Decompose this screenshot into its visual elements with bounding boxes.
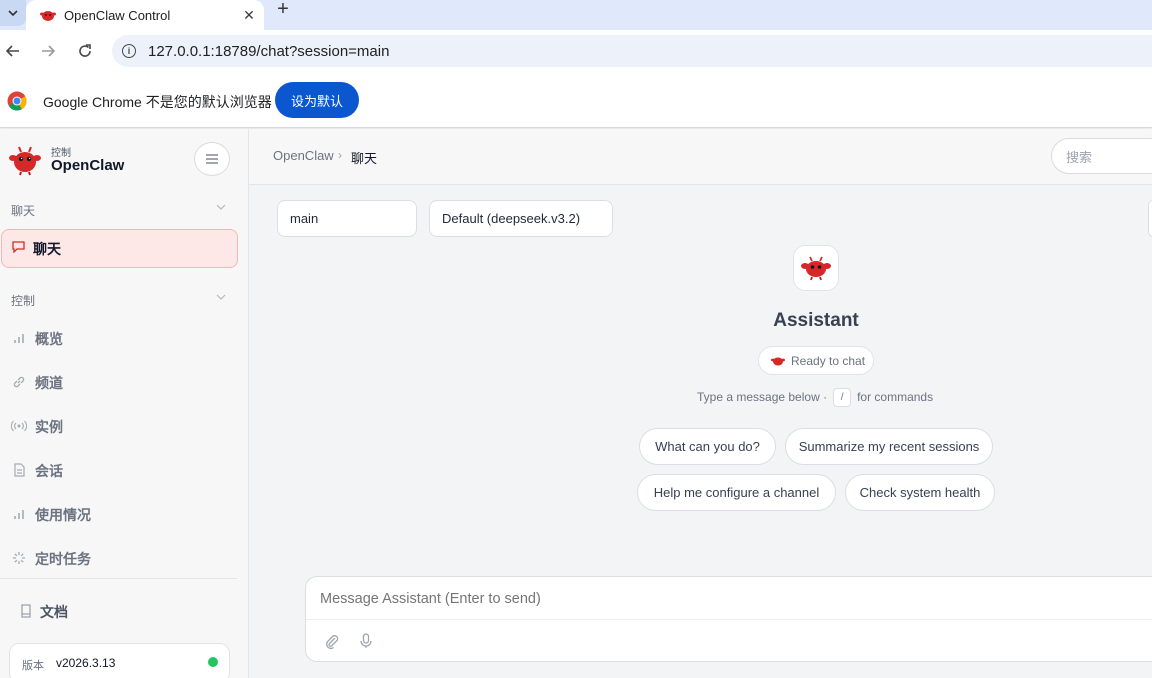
bar-chart-icon bbox=[11, 508, 27, 523]
tab-close-icon[interactable]: ✕ bbox=[234, 7, 264, 24]
command-hint: Type a message below · / for commands bbox=[697, 387, 933, 407]
sidebar-item-label: 聊天 bbox=[33, 240, 61, 257]
openclaw-mascot-icon bbox=[771, 357, 785, 365]
sidebar-item-label: 文档 bbox=[40, 604, 68, 620]
suggestion-chip[interactable]: Help me configure a channel bbox=[637, 474, 836, 511]
document-icon bbox=[11, 462, 27, 480]
browser-tab[interactable]: OpenClaw Control ✕ bbox=[26, 0, 264, 30]
sidebar-item-label: 概览 bbox=[35, 331, 63, 347]
broadcast-icon bbox=[10, 420, 28, 435]
chevron-down-icon[interactable] bbox=[216, 293, 226, 304]
forward-arrow-icon[interactable] bbox=[35, 38, 61, 64]
brand-name: OpenClaw bbox=[51, 157, 125, 174]
tab-title: OpenClaw Control bbox=[64, 7, 171, 23]
content-topbar bbox=[249, 129, 1152, 185]
openclaw-favicon-icon bbox=[40, 11, 56, 21]
breadcrumb-root[interactable]: OpenClaw bbox=[273, 148, 334, 163]
sidebar-item-label: 定时任务 bbox=[35, 551, 91, 567]
sidebar-divider bbox=[0, 578, 237, 579]
sidebar-item-instances[interactable]: 实例 bbox=[10, 416, 63, 438]
chevron-down-icon[interactable] bbox=[216, 203, 226, 214]
hint-suffix: for commands bbox=[857, 390, 934, 404]
microphone-icon[interactable] bbox=[356, 631, 376, 651]
status-dot bbox=[208, 657, 218, 667]
chrome-logo-icon bbox=[7, 91, 27, 111]
link-icon bbox=[11, 375, 27, 392]
spinner-icon bbox=[11, 551, 27, 568]
breadcrumb-current: 聊天 bbox=[351, 151, 378, 166]
openclaw-mascot-icon bbox=[801, 256, 831, 281]
version-card: 版本 v2026.3.13 bbox=[9, 643, 230, 678]
sidebar-item-docs[interactable]: 文档 bbox=[20, 602, 68, 622]
breadcrumb-separator: › bbox=[338, 148, 342, 162]
section-control-header[interactable]: 控制 bbox=[11, 292, 35, 309]
sidebar-item-label: 实例 bbox=[35, 419, 63, 435]
openclaw-logo-icon bbox=[9, 146, 41, 176]
suggestion-chip[interactable]: What can you do? bbox=[639, 428, 776, 465]
sidebar-item-overview[interactable]: 概览 bbox=[11, 328, 63, 350]
status-badge: Ready to chat bbox=[758, 346, 874, 375]
book-icon bbox=[20, 603, 32, 621]
section-chat-header[interactable]: 聊天 bbox=[11, 202, 35, 219]
set-default-button[interactable]: 设为默认 bbox=[275, 82, 359, 118]
model-select[interactable]: Default (deepseek.v3.2) bbox=[429, 200, 613, 237]
bar-chart-icon bbox=[11, 332, 27, 347]
url-text: 127.0.0.1:18789/chat?session=main bbox=[148, 42, 390, 60]
assistant-name: Assistant bbox=[773, 310, 859, 331]
new-tab-button[interactable]: + bbox=[270, 0, 296, 20]
assistant-avatar bbox=[793, 245, 839, 291]
sidebar-item-scheduled-tasks[interactable]: 定时任务 bbox=[11, 548, 91, 570]
reload-icon[interactable] bbox=[72, 38, 98, 64]
suggestion-chip[interactable]: Summarize my recent sessions bbox=[785, 428, 993, 465]
chat-icon bbox=[12, 241, 25, 256]
site-info-icon[interactable]: i bbox=[122, 44, 136, 58]
search-input[interactable]: 搜索 bbox=[1051, 138, 1152, 174]
session-select[interactable]: main bbox=[277, 200, 417, 237]
version-label: 版本 bbox=[22, 660, 44, 672]
status-text: Ready to chat bbox=[791, 353, 866, 368]
browser-tab-strip: OpenClaw Control ✕ + bbox=[0, 0, 1152, 30]
address-bar[interactable]: i 127.0.0.1:18789/chat?session=main bbox=[112, 35, 1152, 67]
slash-key: / bbox=[833, 387, 852, 407]
browser-toolbar: i 127.0.0.1:18789/chat?session=main bbox=[0, 30, 1152, 72]
sidebar-item-label: 频道 bbox=[35, 375, 63, 391]
sidebar-item-label: 会话 bbox=[35, 463, 63, 479]
infobar-message: Google Chrome 不是您的默认浏览器 bbox=[43, 94, 272, 110]
hint-prefix: Type a message below · bbox=[697, 390, 828, 404]
hamburger-icon[interactable] bbox=[194, 142, 230, 176]
sidebar-item-label: 使用情况 bbox=[35, 507, 91, 523]
sidebar-item-sessions[interactable]: 会话 bbox=[11, 460, 63, 482]
sidebar-item-usage[interactable]: 使用情况 bbox=[11, 504, 91, 526]
message-input[interactable] bbox=[320, 591, 1140, 607]
message-composer bbox=[305, 576, 1152, 662]
sidebar-item-chat[interactable]: 聊天 bbox=[1, 229, 238, 268]
paperclip-icon[interactable] bbox=[322, 631, 342, 651]
composer-divider bbox=[306, 619, 1152, 620]
back-arrow-icon[interactable] bbox=[0, 38, 26, 64]
chat-options-button[interactable] bbox=[1148, 200, 1152, 237]
sidebar bbox=[0, 129, 249, 678]
sidebar-item-channels[interactable]: 频道 bbox=[11, 372, 63, 394]
version-value: v2026.3.13 bbox=[56, 656, 116, 670]
suggestion-chip[interactable]: Check system health bbox=[845, 474, 995, 511]
tab-search-chevron-icon[interactable] bbox=[0, 0, 26, 26]
